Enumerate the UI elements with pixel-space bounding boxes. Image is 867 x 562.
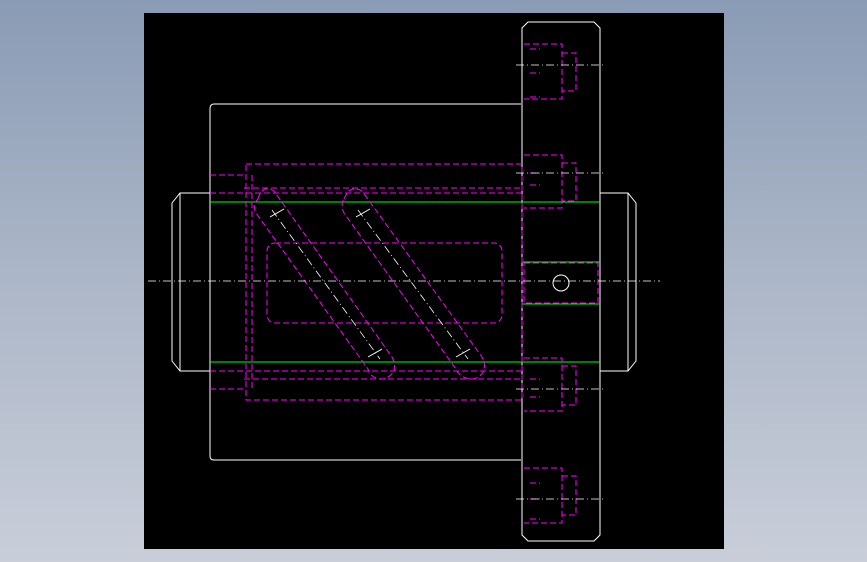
hidden-inner-bore xyxy=(245,163,523,401)
tube-marks xyxy=(269,208,471,358)
hidden-flange-hole-4 xyxy=(524,467,577,524)
hidden-flange-hole-1 xyxy=(524,43,577,100)
outline-layer xyxy=(171,21,637,542)
flange-outline xyxy=(521,21,601,542)
green-layer xyxy=(210,201,600,363)
hidden-flange-hole-3 xyxy=(524,357,577,412)
left-end-cap xyxy=(171,192,210,372)
tube-centerline-right xyxy=(357,209,469,360)
cad-viewport[interactable] xyxy=(144,13,724,549)
hidden-flange-ticks xyxy=(530,48,540,520)
hidden-return-tube-right xyxy=(341,188,486,380)
ball-screw-nut-drawing xyxy=(148,21,660,542)
hidden-flange-hole-2 xyxy=(524,154,577,209)
hidden-thread-lines xyxy=(210,187,522,380)
tube-centerline-left xyxy=(271,209,381,360)
hidden-hole-bore xyxy=(523,262,599,304)
center-layer xyxy=(148,64,660,500)
hidden-layer xyxy=(210,43,599,524)
nut-body-outline xyxy=(209,103,521,461)
hidden-return-tube-left xyxy=(253,188,396,380)
center-hole xyxy=(552,274,570,292)
right-end-cap xyxy=(600,192,637,372)
hidden-recirculation-slot xyxy=(266,242,503,324)
